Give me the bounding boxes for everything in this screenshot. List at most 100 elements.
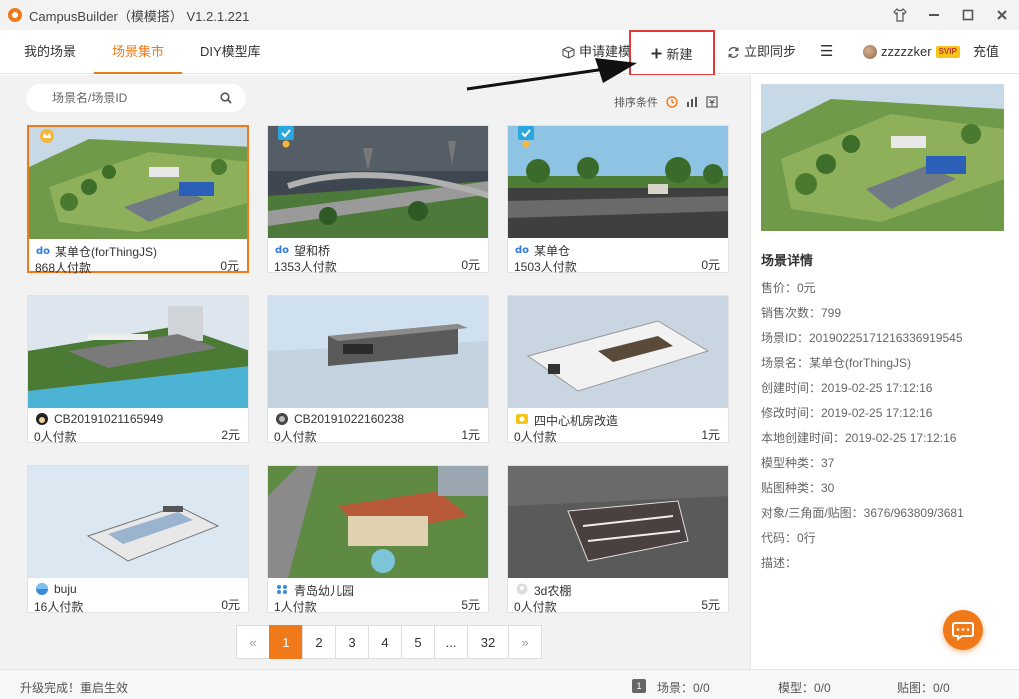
- scene-price: 0元: [701, 258, 720, 272]
- status-model-count: 模型：0/0: [778, 681, 831, 695]
- scene-buyers: 0人付款: [514, 600, 557, 614]
- scene-card[interactable]: do 望和桥 1353人付款 0元: [267, 125, 489, 274]
- detail-code: 代码：0行: [761, 531, 816, 545]
- scene-buyers: 0人付款: [274, 430, 317, 444]
- scene-buyers: 1353人付款: [274, 260, 337, 274]
- scene-card[interactable]: 3d农棚 0人付款 5元: [507, 465, 729, 614]
- page-1-button[interactable]: 1: [269, 625, 303, 659]
- status-bar: 升级完成！重启生效 1 场景：0/0 模型：0/0 贴图：0/0: [0, 669, 1019, 699]
- search-icon[interactable]: [220, 92, 232, 104]
- scene-thumbnail: [268, 466, 488, 578]
- scene-buyers: 0人付款: [34, 430, 77, 444]
- scene-thumbnail: [29, 127, 247, 239]
- scene-card[interactable]: CB20191022160238 0人付款 1元: [267, 295, 489, 444]
- scene-card[interactable]: buju 16人付款 0元: [27, 465, 249, 614]
- menu-icon[interactable]: ☰: [820, 30, 833, 74]
- detail-description: 描述：: [761, 556, 798, 570]
- detail-scene-name: 场景名：某单仓(forThingJS): [761, 356, 912, 370]
- new-button[interactable]: 新建: [629, 30, 715, 76]
- tab-diy-models[interactable]: DIY模型库: [200, 30, 261, 74]
- sort-label: 排序条件: [614, 97, 658, 109]
- scene-thumbnail: [508, 466, 728, 578]
- user-avatar-icon: [277, 585, 287, 594]
- tab-scene-market[interactable]: 场景集市: [93, 30, 183, 74]
- scene-name: 某单仓: [534, 244, 571, 258]
- status-count-badge: 1: [632, 679, 646, 693]
- page-3-button[interactable]: 3: [335, 625, 369, 659]
- page-4-button[interactable]: 4: [368, 625, 402, 659]
- maximize-icon[interactable]: [961, 8, 975, 22]
- scene-name: 某单仓(forThingJS): [55, 245, 158, 259]
- scene-name: 青岛幼儿园: [294, 584, 355, 598]
- scene-price: 5元: [461, 598, 480, 612]
- scene-market-panel: 排序条件 do 某单仓(forThingJS) 868人付款 0元: [0, 75, 750, 669]
- search-box: [26, 84, 246, 112]
- scene-price: 2元: [221, 428, 240, 442]
- scene-thumbnail: [508, 296, 728, 408]
- scene-thumbnail: [268, 126, 488, 238]
- scene-name: 3d农棚: [534, 584, 572, 598]
- status-scene-count: 场景：0/0: [657, 681, 710, 695]
- scene-card[interactable]: 青岛幼儿园 1人付款 5元: [267, 465, 489, 614]
- skin-icon[interactable]: [893, 8, 907, 22]
- scene-thumbnail: [268, 296, 488, 408]
- scene-price: 5元: [701, 598, 720, 612]
- scene-price: 0元: [220, 259, 239, 273]
- detail-modified: 修改时间：2019-02-25 17:12:16: [761, 406, 933, 420]
- user-avatar-icon: [36, 583, 48, 595]
- recharge-link[interactable]: 充值: [973, 30, 999, 74]
- page-ellipsis: ...: [434, 625, 468, 659]
- tab-my-scenes[interactable]: 我的场景: [24, 30, 76, 74]
- scene-name: buju: [54, 582, 77, 596]
- user-avatar-icon: [516, 414, 528, 424]
- scene-card[interactable]: do 某单仓 1503人付款 0元: [507, 125, 729, 274]
- do-logo-icon: do: [515, 245, 529, 255]
- detail-object-stats: 对象/三角面/贴图：3676/963809/3681: [761, 506, 964, 520]
- page-32-button[interactable]: 32: [467, 625, 509, 659]
- annotation-arrow: [466, 58, 637, 91]
- scene-name: CB20191021165949: [54, 412, 164, 426]
- scene-card[interactable]: do 某单仓(forThingJS) 868人付款 0元: [27, 125, 249, 275]
- app-logo-icon: [8, 8, 22, 22]
- verified-badge-icon: [278, 126, 294, 148]
- search-input[interactable]: [52, 91, 212, 105]
- chat-icon: [952, 622, 974, 641]
- bar-chart-icon[interactable]: [686, 96, 698, 108]
- minimize-icon[interactable]: [927, 8, 941, 22]
- plus-icon: [651, 48, 662, 58]
- page-2-button[interactable]: 2: [302, 625, 336, 659]
- scene-price: 1元: [461, 428, 480, 442]
- close-icon[interactable]: [995, 8, 1009, 22]
- scene-price: 0元: [461, 258, 480, 272]
- user-info[interactable]: zzzzzker SVIP: [863, 30, 960, 74]
- status-texture-count: 贴图：0/0: [897, 681, 950, 695]
- user-avatar-icon: [276, 413, 288, 425]
- sync-icon: [728, 46, 739, 58]
- scene-card[interactable]: CB20191021165949 0人付款 2元: [27, 295, 249, 444]
- page-5-button[interactable]: 5: [401, 625, 435, 659]
- scene-detail-panel: 场景详情 售价：0元 销售次数：799 场景ID：201902251712163…: [750, 75, 1019, 669]
- scene-buyers: 868人付款: [35, 261, 92, 275]
- detail-local-created: 本地创建时间：2019-02-25 17:12:16: [761, 431, 957, 445]
- sync-button[interactable]: 立即同步: [727, 30, 796, 74]
- prev-page-button[interactable]: «: [236, 625, 270, 659]
- svg-text:do: do: [275, 245, 289, 255]
- username: zzzzzker: [881, 44, 932, 59]
- detail-scene-id: 场景ID：20190225171216336919545: [761, 331, 963, 345]
- scene-thumbnail: [508, 126, 728, 238]
- price-icon[interactable]: [706, 96, 718, 108]
- next-page-button[interactable]: »: [508, 625, 542, 659]
- scene-price: 1元: [701, 428, 720, 442]
- scene-card[interactable]: 四中心机房改造 0人付款 1元: [507, 295, 729, 444]
- chat-button[interactable]: [943, 610, 983, 650]
- app-title: CampusBuilder（模模搭） V1.2.1.221: [29, 8, 250, 24]
- scene-buyers: 1503人付款: [514, 260, 577, 274]
- scene-name: CB20191022160238: [294, 412, 405, 426]
- status-message: 升级完成！重启生效: [20, 681, 129, 695]
- verified-badge-icon: [518, 126, 534, 148]
- scene-buyers: 0人付款: [514, 430, 557, 444]
- user-avatar-icon: [516, 583, 528, 595]
- detail-sales: 销售次数：799: [761, 306, 842, 320]
- clock-icon[interactable]: [666, 96, 678, 108]
- user-avatar-icon: [36, 413, 48, 425]
